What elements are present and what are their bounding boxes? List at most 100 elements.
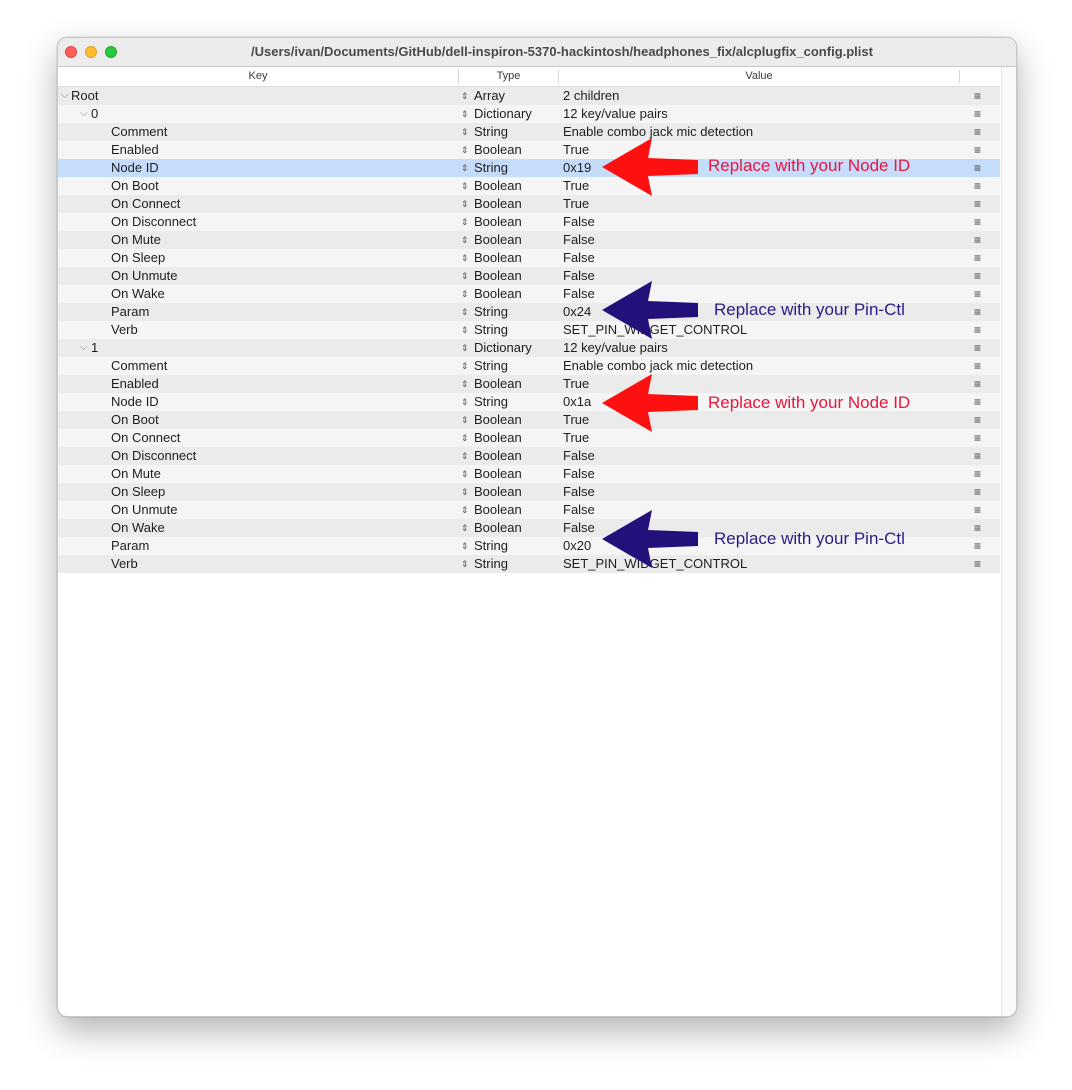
- row-type[interactable]: Boolean: [474, 375, 522, 393]
- row-key[interactable]: On Connect: [111, 195, 180, 213]
- row-key[interactable]: Param: [111, 537, 149, 555]
- row-value[interactable]: False: [563, 267, 595, 285]
- row-type[interactable]: Boolean: [474, 177, 522, 195]
- type-stepper-icon[interactable]: ⇕: [461, 519, 469, 537]
- table-row[interactable]: On Unmute ⇕ Boolean False ≡: [58, 267, 1000, 285]
- row-value[interactable]: 12 key/value pairs: [563, 339, 668, 357]
- row-key[interactable]: On Mute: [111, 465, 161, 483]
- row-menu-icon[interactable]: ≡: [974, 105, 981, 123]
- row-type[interactable]: Boolean: [474, 213, 522, 231]
- row-menu-icon[interactable]: ≡: [974, 537, 981, 555]
- title-bar[interactable]: /Users/ivan/Documents/GitHub/dell-inspir…: [58, 38, 1016, 67]
- type-stepper-icon[interactable]: ⇕: [461, 465, 469, 483]
- row-value[interactable]: False: [563, 249, 595, 267]
- row-type[interactable]: Dictionary: [474, 105, 532, 123]
- row-key[interactable]: Param: [111, 303, 149, 321]
- row-menu-icon[interactable]: ≡: [974, 411, 981, 429]
- type-stepper-icon[interactable]: ⇕: [461, 231, 469, 249]
- row-value[interactable]: False: [563, 501, 595, 519]
- row-menu-icon[interactable]: ≡: [974, 249, 981, 267]
- row-key[interactable]: Comment: [111, 357, 167, 375]
- type-stepper-icon[interactable]: ⇕: [461, 357, 469, 375]
- minimize-button[interactable]: [85, 46, 97, 58]
- row-value[interactable]: True: [563, 375, 589, 393]
- column-header-key[interactable]: Key: [58, 70, 458, 82]
- row-key[interactable]: On Wake: [111, 285, 165, 303]
- row-type[interactable]: Boolean: [474, 519, 522, 537]
- column-header-value[interactable]: Value: [559, 70, 959, 82]
- type-stepper-icon[interactable]: ⇕: [461, 267, 469, 285]
- close-button[interactable]: [65, 46, 77, 58]
- row-key[interactable]: On Unmute: [111, 501, 177, 519]
- table-row[interactable]: On Sleep ⇕ Boolean False ≡: [58, 249, 1000, 267]
- table-row[interactable]: Comment ⇕ String Enable combo jack mic dete…: [58, 357, 1000, 375]
- row-key[interactable]: On Sleep: [111, 249, 165, 267]
- row-key[interactable]: On Wake: [111, 519, 165, 537]
- row-menu-icon[interactable]: ≡: [974, 213, 981, 231]
- row-value[interactable]: 0x1a: [563, 393, 591, 411]
- row-menu-icon[interactable]: ≡: [974, 501, 981, 519]
- type-stepper-icon[interactable]: ⇕: [461, 411, 469, 429]
- row-type[interactable]: Boolean: [474, 285, 522, 303]
- row-menu-icon[interactable]: ≡: [974, 141, 981, 159]
- type-stepper-icon[interactable]: ⇕: [461, 483, 469, 501]
- row-value[interactable]: True: [563, 411, 589, 429]
- row-menu-icon[interactable]: ≡: [974, 483, 981, 501]
- type-stepper-icon[interactable]: ⇕: [461, 105, 469, 123]
- row-menu-icon[interactable]: ≡: [974, 285, 981, 303]
- row-value[interactable]: False: [563, 285, 595, 303]
- row-type[interactable]: Boolean: [474, 465, 522, 483]
- row-key[interactable]: Root: [71, 87, 98, 105]
- table-row[interactable]: Comment ⇕ String Enable combo jack mic dete…: [58, 123, 1000, 141]
- row-value[interactable]: 12 key/value pairs: [563, 105, 668, 123]
- row-value[interactable]: False: [563, 519, 595, 537]
- table-row[interactable]: ⌵ 1 ⇕ Dictionary 12 key/value pairs ≡: [58, 339, 1000, 357]
- type-stepper-icon[interactable]: ⇕: [461, 195, 469, 213]
- row-value[interactable]: True: [563, 429, 589, 447]
- row-menu-icon[interactable]: ≡: [974, 465, 981, 483]
- type-stepper-icon[interactable]: ⇕: [461, 87, 469, 105]
- row-menu-icon[interactable]: ≡: [974, 357, 981, 375]
- table-row[interactable]: On Boot ⇕ Boolean True ≡: [58, 177, 1000, 195]
- row-key[interactable]: 0: [91, 105, 98, 123]
- table-row[interactable]: ⌵ Root ⇕ Array 2 children ≡: [58, 87, 1000, 105]
- row-type[interactable]: Boolean: [474, 501, 522, 519]
- row-type[interactable]: String: [474, 393, 508, 411]
- table-row[interactable]: On Connect ⇕ Boolean True ≡: [58, 195, 1000, 213]
- table-row[interactable]: On Unmute ⇕ Boolean False ≡: [58, 501, 1000, 519]
- type-stepper-icon[interactable]: ⇕: [461, 123, 469, 141]
- table-row[interactable]: On Connect ⇕ Boolean True ≡: [58, 429, 1000, 447]
- row-type[interactable]: Dictionary: [474, 339, 532, 357]
- type-stepper-icon[interactable]: ⇕: [461, 393, 469, 411]
- row-type[interactable]: Boolean: [474, 429, 522, 447]
- row-menu-icon[interactable]: ≡: [974, 375, 981, 393]
- table-row[interactable]: On Disconnect ⇕ Boolean False ≡: [58, 213, 1000, 231]
- row-value[interactable]: False: [563, 213, 595, 231]
- type-stepper-icon[interactable]: ⇕: [461, 177, 469, 195]
- row-key[interactable]: On Boot: [111, 177, 159, 195]
- row-type[interactable]: String: [474, 357, 508, 375]
- row-type[interactable]: Boolean: [474, 231, 522, 249]
- type-stepper-icon[interactable]: ⇕: [461, 339, 469, 357]
- row-key[interactable]: Node ID: [111, 393, 159, 411]
- row-key[interactable]: Node ID: [111, 159, 159, 177]
- row-menu-icon[interactable]: ≡: [974, 339, 981, 357]
- type-stepper-icon[interactable]: ⇕: [461, 429, 469, 447]
- row-value[interactable]: True: [563, 195, 589, 213]
- row-menu-icon[interactable]: ≡: [974, 447, 981, 465]
- row-key[interactable]: Verb: [111, 555, 138, 573]
- row-menu-icon[interactable]: ≡: [974, 159, 981, 177]
- row-menu-icon[interactable]: ≡: [974, 231, 981, 249]
- row-key[interactable]: On Unmute: [111, 267, 177, 285]
- type-stepper-icon[interactable]: ⇕: [461, 555, 469, 573]
- row-value[interactable]: True: [563, 141, 589, 159]
- row-menu-icon[interactable]: ≡: [974, 555, 981, 573]
- row-type[interactable]: Boolean: [474, 483, 522, 501]
- type-stepper-icon[interactable]: ⇕: [461, 537, 469, 555]
- row-value[interactable]: 0x19: [563, 159, 591, 177]
- row-menu-icon[interactable]: ≡: [974, 195, 981, 213]
- type-stepper-icon[interactable]: ⇕: [461, 285, 469, 303]
- table-row[interactable]: On Mute ⇕ Boolean False ≡: [58, 465, 1000, 483]
- type-stepper-icon[interactable]: ⇕: [461, 141, 469, 159]
- row-type[interactable]: Array: [474, 87, 505, 105]
